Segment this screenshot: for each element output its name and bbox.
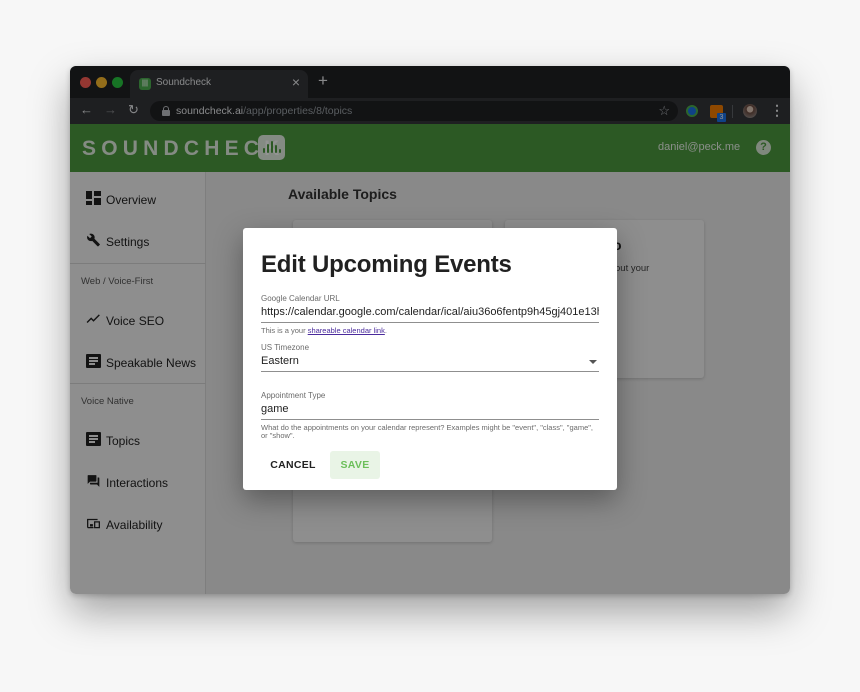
dialog-title: Edit Upcoming Events: [261, 251, 512, 278]
helper-suffix: .: [384, 326, 387, 335]
helper-prefix: This is a your: [261, 326, 308, 335]
dropdown-arrow-icon[interactable]: [589, 360, 597, 364]
calendar-url-label: Google Calendar URL: [261, 294, 340, 303]
cancel-button[interactable]: CANCEL: [263, 451, 323, 479]
timezone-label: US Timezone: [261, 343, 310, 352]
appointment-type-label: Appointment Type: [261, 391, 326, 400]
edit-events-dialog: Edit Upcoming Events Google Calendar URL…: [243, 228, 617, 490]
shareable-calendar-link[interactable]: shareable calendar link: [308, 326, 385, 335]
appointment-type-input[interactable]: game: [261, 403, 599, 420]
timezone-select[interactable]: Eastern: [261, 355, 599, 372]
calendar-url-helper: This is a your shareable calendar link.: [261, 327, 599, 335]
calendar-url-input[interactable]: https://calendar.google.com/calendar/ica…: [261, 306, 599, 323]
appointment-type-helper: What do the appointments on your calenda…: [261, 423, 593, 440]
save-button[interactable]: SAVE: [330, 451, 380, 479]
